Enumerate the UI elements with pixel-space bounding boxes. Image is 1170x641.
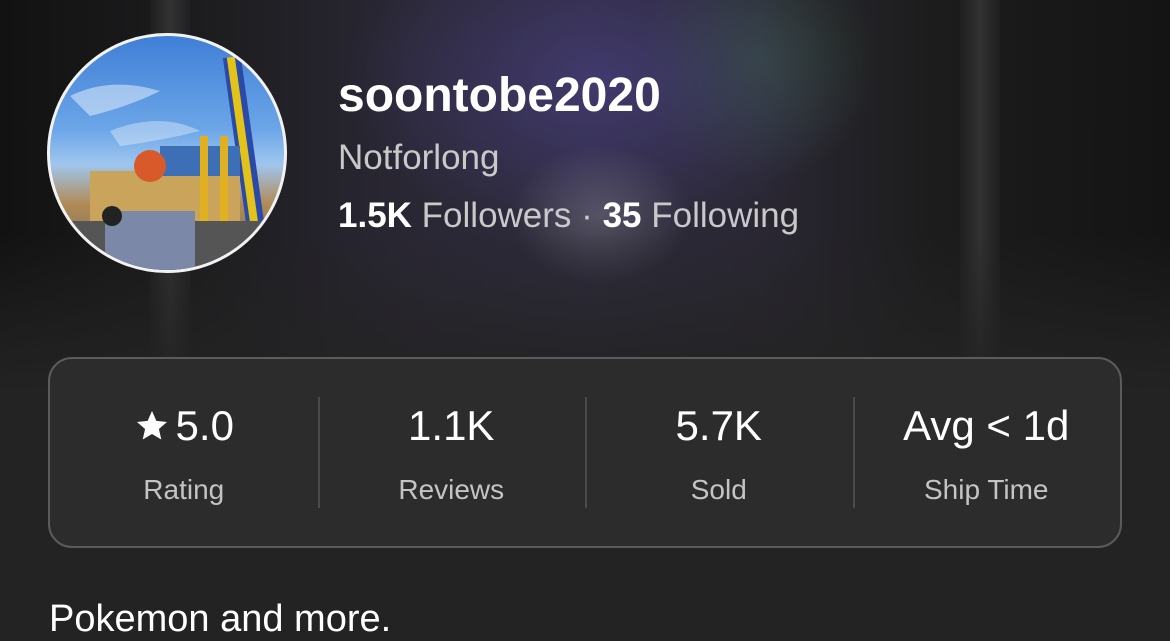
stat-ship-time[interactable]: Avg < 1d Ship Time <box>852 359 1121 546</box>
followers-label: Followers <box>421 196 572 235</box>
following-link[interactable]: 35 Following <box>603 196 800 235</box>
stat-label: Sold <box>690 473 747 505</box>
separator: · <box>581 196 593 235</box>
stat-label: Reviews <box>398 473 505 505</box>
ship-time-value: Avg < 1d <box>903 401 1070 449</box>
stat-rating[interactable]: 5.0 Rating <box>50 359 318 546</box>
username: soontobe2020 <box>338 69 661 122</box>
reviews-value: 1.1K <box>408 401 495 449</box>
sold-value: 5.7K <box>675 401 762 449</box>
avatar[interactable] <box>47 33 287 273</box>
stat-reviews[interactable]: 1.1K Reviews <box>317 359 586 546</box>
stat-sold[interactable]: 5.7K Sold <box>585 359 853 546</box>
follow-counts: 1.5K Followers · 35 Following <box>338 196 799 236</box>
stat-value: 5.0 <box>134 400 234 452</box>
stat-label: Ship Time <box>924 473 1049 505</box>
stat-label: Rating <box>143 473 225 505</box>
seller-stats-card: 5.0 Rating 1.1K Reviews 5.7K Sold Avg < … <box>48 357 1122 548</box>
star-icon <box>136 410 167 439</box>
avatar-image <box>50 55 284 270</box>
rating-value: 5.0 <box>175 401 234 449</box>
following-label: Following <box>651 196 800 235</box>
bio-text: Pokemon and more. <box>49 598 392 640</box>
followers-link[interactable]: 1.5K Followers <box>338 196 571 235</box>
following-count: 35 <box>602 196 642 235</box>
display-name: Notforlong <box>338 138 500 177</box>
followers-count: 1.5K <box>338 196 412 235</box>
